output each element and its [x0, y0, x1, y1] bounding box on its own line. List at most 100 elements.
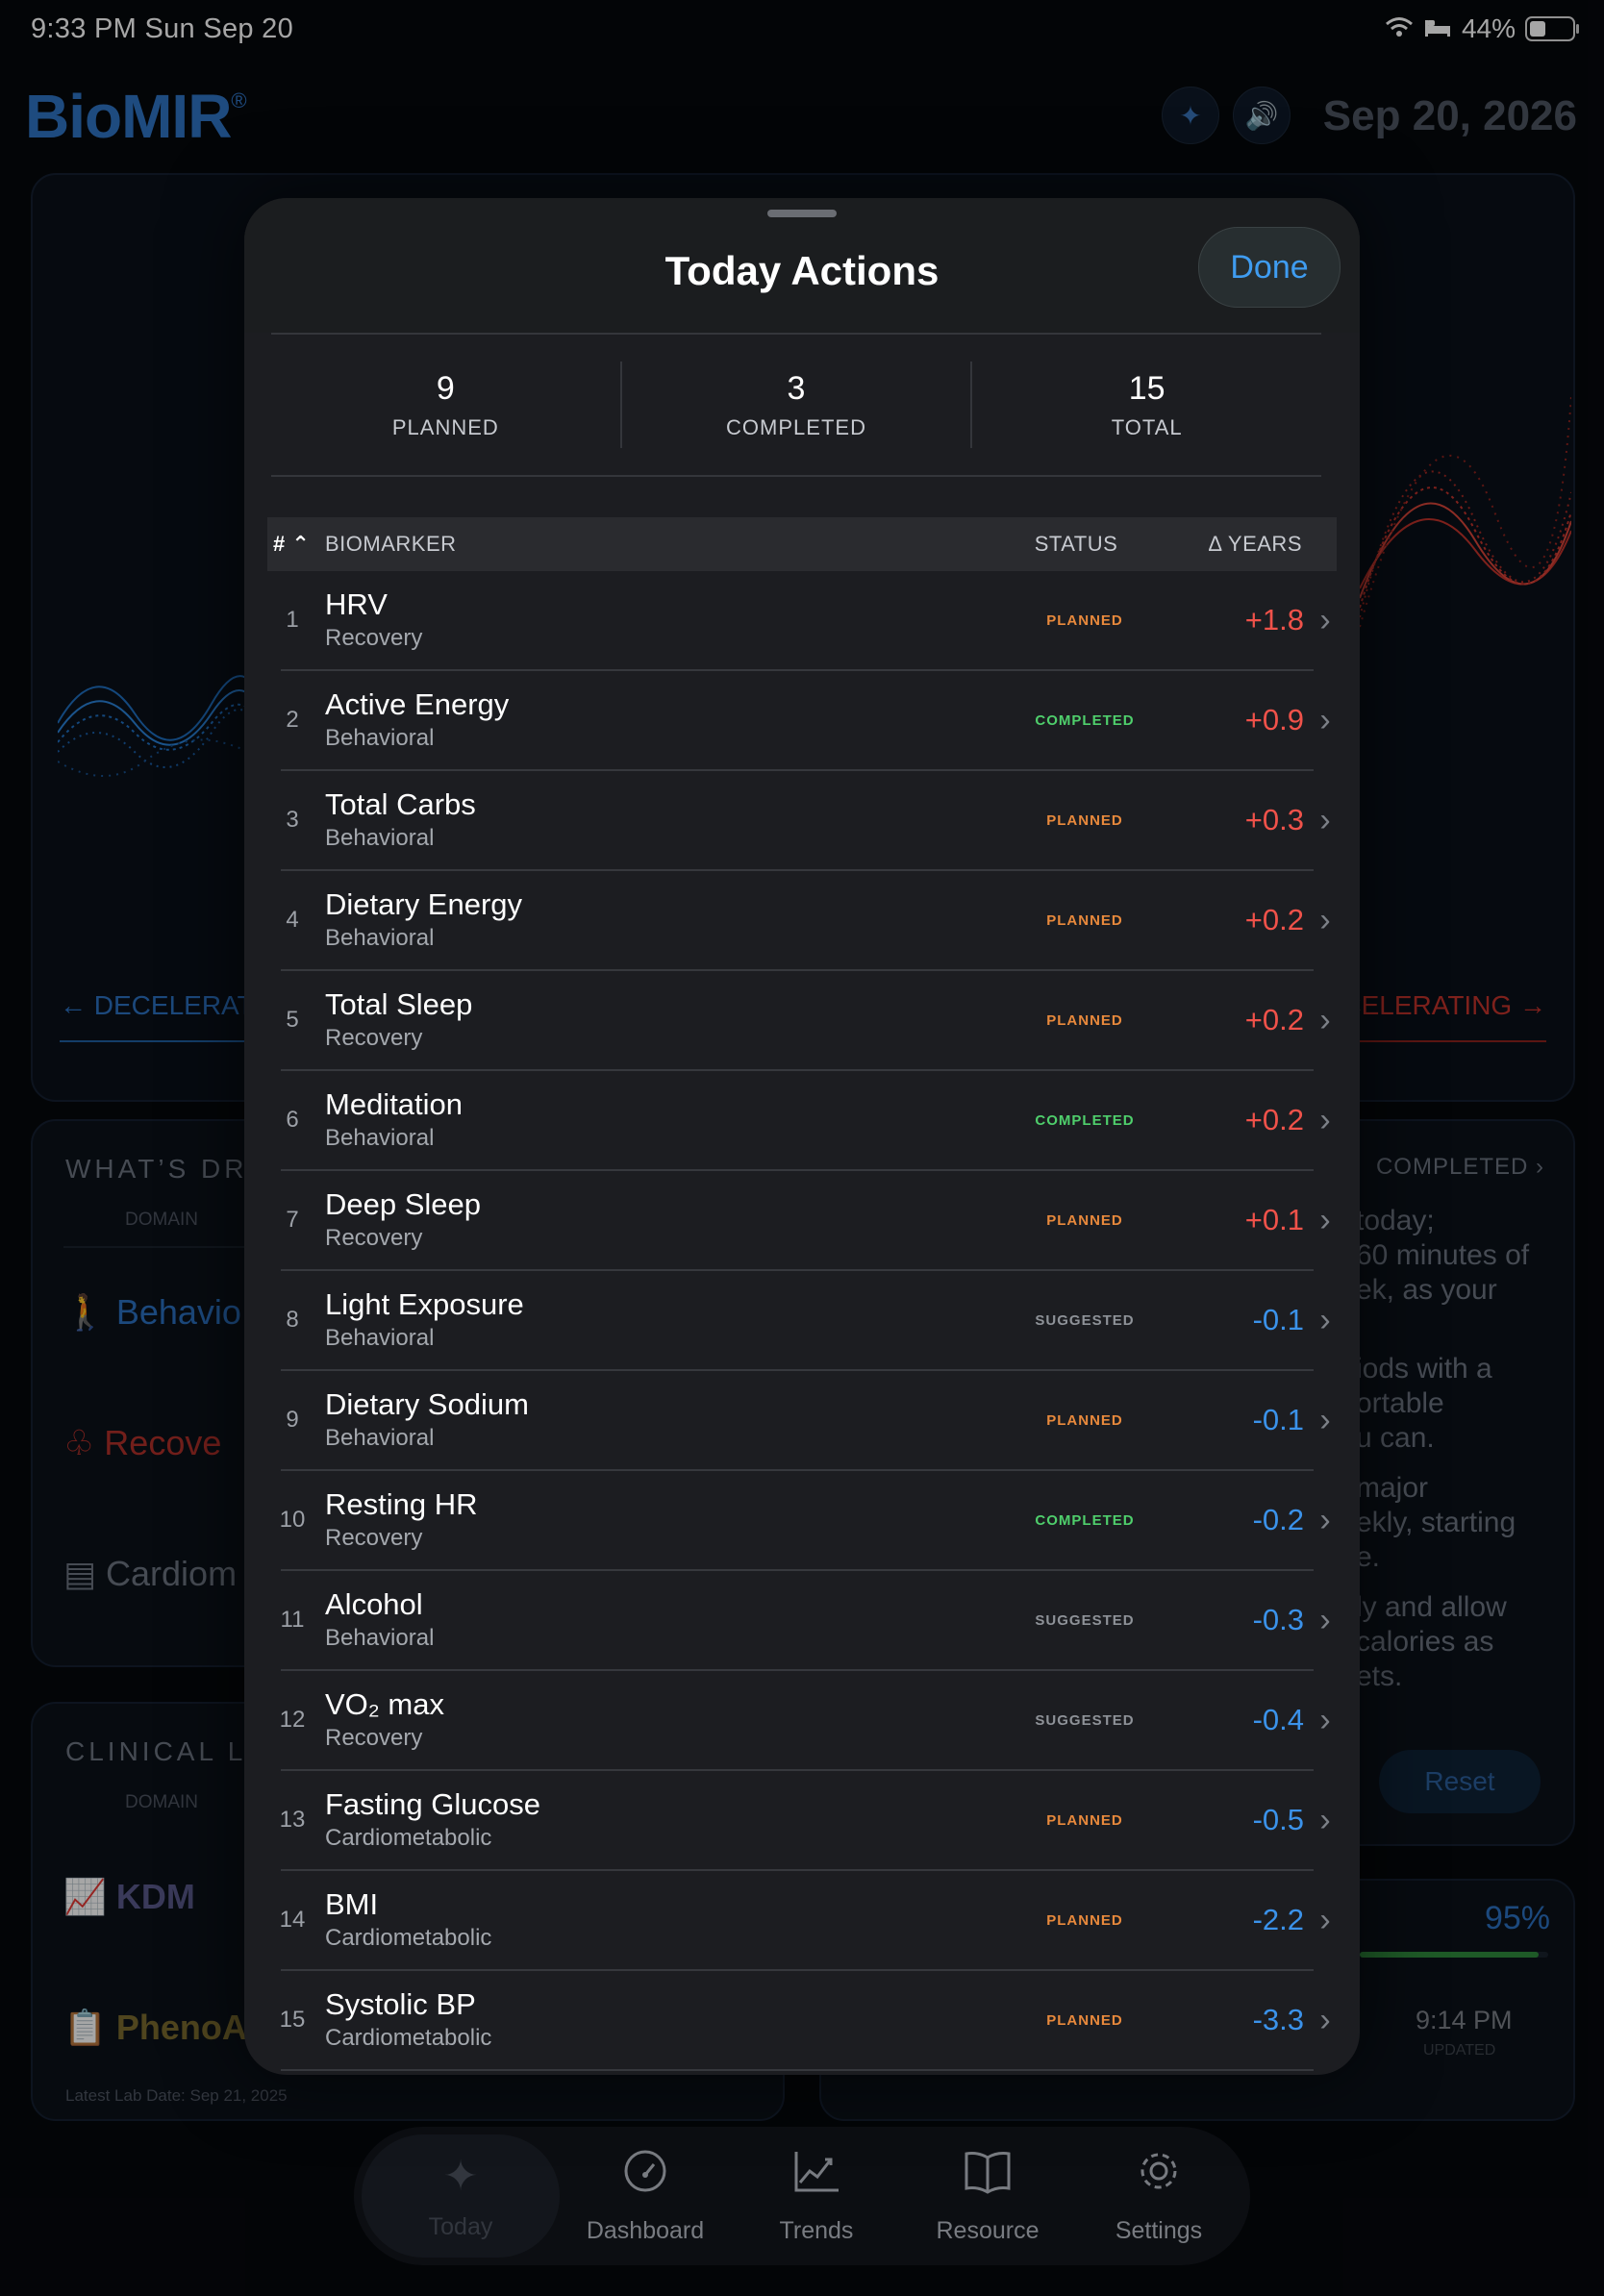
clinical-kdm[interactable]: 📈 KDM [63, 1877, 195, 1917]
biomarker-category: Recovery [325, 1225, 423, 1251]
delta-years-value: -0.1 [1252, 1303, 1304, 1336]
status-badge: PLANNED [1046, 1211, 1123, 1229]
line-chart-icon: 📈 [63, 1877, 107, 1916]
tab-dashboard[interactable]: Dashboard [560, 2134, 731, 2258]
delta-years-header[interactable]: Δ YEARS [1167, 532, 1337, 557]
ai-sparkle-button[interactable]: ✦ [1162, 87, 1219, 144]
delta-years-value: -0.5 [1252, 1803, 1304, 1836]
table-row[interactable]: 10 Resting HR Recovery COMPLETED -0.2 › [280, 1471, 1331, 1571]
sort-number-header[interactable]: # ⌃ [267, 532, 325, 557]
table-row[interactable]: 1 HRV Recovery PLANNED +1.8 › [281, 571, 1331, 671]
driver-behavioral[interactable]: 🚶 Behavio [63, 1292, 241, 1333]
chevron-right-icon: › [1319, 601, 1331, 638]
sparkle-icon: ✦ [442, 2152, 479, 2200]
row-index: 15 [279, 2007, 306, 2033]
table-row[interactable]: 4 Dietary Energy Behavioral PLANNED +0.2 › [281, 871, 1331, 971]
table-row[interactable]: 9 Dietary Sodium Behavioral PLANNED -0.1 › [281, 1371, 1331, 1471]
sheet-title: Today Actions [664, 248, 940, 293]
table-row[interactable]: 11 Alcohol Behavioral SUGGESTED -0.3 › [281, 1571, 1331, 1671]
biomarker-category: Behavioral [325, 1325, 435, 1351]
drivers-title: WHAT’S DR [65, 1154, 248, 1184]
chevron-right-icon: › [1319, 1501, 1331, 1538]
status-badge: COMPLETED [1035, 1111, 1135, 1129]
accelerating-label[interactable]: CELERATING → [1341, 990, 1546, 1021]
row-index: 10 [279, 1507, 306, 1533]
chevron-right-icon: › [1319, 2001, 1331, 2038]
delta-years-value: +1.8 [1244, 603, 1304, 636]
table-row[interactable]: 12 VO₂ max Recovery SUGGESTED -0.4 › [280, 1671, 1331, 1771]
row-index: 4 [286, 907, 299, 933]
app-logo: BioMIR® [25, 82, 247, 151]
biomarker-name: BMI [325, 1887, 379, 1921]
biomarker-category: Recovery [325, 1725, 423, 1751]
row-biomarker: Resting HR Recovery [312, 1487, 989, 1553]
table-row[interactable]: 5 Total Sleep Recovery PLANNED +0.2 › [281, 971, 1331, 1071]
chevron-right-icon: › [1319, 701, 1331, 738]
tab-trends[interactable]: Trends [731, 2134, 902, 2258]
table-row[interactable]: 7 Deep Sleep Recovery PLANNED +0.1 › [281, 1171, 1331, 1271]
biomarker-category: Recovery [325, 1025, 423, 1051]
row-biomarker: Total Sleep Recovery [312, 987, 989, 1053]
delta-years-value: +0.1 [1244, 1203, 1304, 1236]
chevron-right-icon: › [1319, 1101, 1331, 1138]
driver-cardiometabolic[interactable]: ▤ Cardiom [63, 1554, 237, 1594]
delta-years-value: -0.1 [1252, 1403, 1304, 1436]
table-row[interactable]: 6 Meditation Behavioral COMPLETED +0.2 › [281, 1071, 1331, 1171]
done-button[interactable]: Done [1198, 227, 1341, 308]
status-header[interactable]: STATUS [985, 532, 1167, 557]
driver-recovery[interactable]: ♧ Recove [63, 1423, 221, 1463]
table-row[interactable]: 14 BMI Cardiometabolic PLANNED -2.2 › [280, 1871, 1331, 1971]
row-biomarker: Dietary Sodium Behavioral [312, 1387, 989, 1453]
row-biomarker: Light Exposure Behavioral [312, 1287, 989, 1353]
table-row[interactable]: 15 Systolic BP Cardiometabolic PLANNED -3.3 › [280, 1971, 1331, 2071]
reset-button[interactable]: Reset [1379, 1750, 1541, 1813]
biomarker-name: Fasting Glucose [325, 1787, 540, 1821]
tab-settings[interactable]: Settings [1073, 2134, 1244, 2258]
tab-resource[interactable]: Resource [902, 2134, 1073, 2258]
biomarker-name: Meditation [325, 1087, 464, 1121]
biomarker-category: Behavioral [325, 925, 435, 951]
tab-today[interactable]: ✦ Today [362, 2134, 560, 2258]
biomarker-name: Alcohol [325, 1587, 423, 1621]
table-row[interactable]: 8 Light Exposure Behavioral SUGGESTED -0.1 › [281, 1271, 1331, 1371]
chevron-right-icon: › [1319, 1801, 1331, 1838]
row-biomarker: Dietary Energy Behavioral [312, 887, 989, 953]
table-row[interactable]: 13 Fasting Glucose Cardiometabolic PLANNED -… [280, 1771, 1331, 1871]
completed-link[interactable]: COMPLETED › [1376, 1154, 1544, 1181]
delta-years-value: +0.2 [1244, 1003, 1304, 1036]
status-badge: COMPLETED [1035, 1511, 1135, 1529]
row-biomarker: BMI Cardiometabolic [312, 1887, 989, 1953]
sheet-grabber[interactable] [767, 210, 837, 217]
row-index: 13 [279, 1807, 306, 1833]
clinical-phenoage[interactable]: 📋 PhenoA [63, 2008, 247, 2048]
tab-bar: ✦ Today Dashboard Trends Resource Settin… [354, 2127, 1250, 2265]
table-row[interactable]: 2 Active Energy Behavioral COMPLETED +0.9 › [281, 671, 1331, 771]
row-biomarker: Alcohol Behavioral [312, 1587, 989, 1653]
summary-stats: 9 PLANNED 3 COMPLETED 15 TOTAL [271, 333, 1321, 477]
row-biomarker: Systolic BP Cardiometabolic [312, 1987, 989, 2053]
row-biomarker: Active Energy Behavioral [312, 687, 989, 753]
status-badge: PLANNED [1046, 1911, 1123, 1929]
biomarker-header[interactable]: BIOMARKER [325, 532, 985, 557]
speaker-button[interactable]: 🔊 [1233, 87, 1291, 144]
delta-years-value: -2.2 [1252, 1903, 1304, 1936]
progress-track [1360, 1952, 1548, 1958]
status-badge: PLANNED [1046, 1811, 1123, 1829]
biomarker-category: Behavioral [325, 1125, 435, 1151]
delta-years-value: +0.3 [1244, 803, 1304, 836]
row-biomarker: Deep Sleep Recovery [312, 1187, 989, 1253]
table-row[interactable]: 3 Total Carbs Behavioral PLANNED +0.3 › [281, 771, 1331, 871]
row-biomarker: VO₂ max Recovery [312, 1687, 989, 1753]
biomarker-category: Behavioral [325, 825, 435, 851]
book-icon [963, 2148, 1013, 2206]
row-index: 5 [286, 1007, 299, 1033]
status-badge: PLANNED [1046, 611, 1123, 629]
biomarker-name: HRV [325, 587, 388, 621]
decel-underline [60, 1040, 252, 1042]
biomarker-category: Behavioral [325, 1625, 435, 1651]
clipboard-list-icon: 📋 [63, 2008, 107, 2047]
walking-icon: 🚶 [63, 1292, 107, 1332]
updated-time: 9:14 PM [1416, 2006, 1513, 2034]
decelerating-label[interactable]: ← DECELERAT [60, 990, 254, 1021]
tip-text-4: ly and allow calories as ets. [1356, 1591, 1507, 1692]
